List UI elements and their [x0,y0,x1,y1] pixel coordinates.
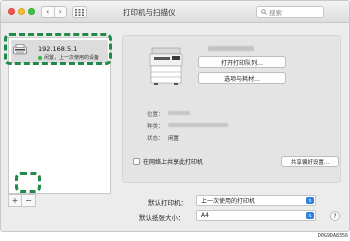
navigation-buttons: ‹ › [41,6,67,18]
magnifier-icon [261,9,267,15]
add-printer-button[interactable]: + [8,194,22,207]
add-remove-buttons: + − [8,194,36,207]
kind-value-redacted [168,123,228,127]
printer-image [149,47,183,85]
printer-detail-panel: 打开打印队列... 选项与耗材... 位置： 种类： 状态： 闲置 在网络上共享… [122,35,341,183]
printers-and-scanners-window: ‹ › 打印机与扫描仪 搜索 192.168.5.1 闲置，上一次使用的设备 +… [0,0,350,232]
printer-item-highlight [4,33,112,65]
kind-label: 种类： [147,124,164,130]
chevron-right-icon[interactable]: › [53,7,67,17]
help-button[interactable]: ? [330,211,340,221]
remove-printer-button[interactable]: − [22,194,36,207]
options-supplies-button[interactable]: 选项与耗材... [198,72,286,84]
state-label: 状态： [147,136,164,142]
location-value-redacted [168,111,190,115]
close-window-button[interactable] [8,8,15,15]
default-printer-label: 默认打印机： [148,199,187,207]
state-value: 闲置 [168,136,180,142]
default-printer-value: 上一次使用的打印机 [201,198,256,205]
share-printer-option[interactable]: 在网络上共享此打印机 [133,157,203,166]
open-print-queue-button[interactable]: 打开打印队列... [198,56,286,68]
figure-code: D0G9DA8356 [317,233,348,239]
zoom-window-button[interactable] [28,8,35,15]
minimize-window-button[interactable] [18,8,25,15]
search-placeholder: 搜索 [269,9,282,17]
sharing-preferences-button[interactable]: 共享偏好设置... [281,156,339,167]
search-field[interactable]: 搜索 [256,6,324,18]
paper-size-select[interactable]: A4 ⇅ [196,210,316,221]
location-label: 位置： [147,112,164,118]
paper-size-label: 默认纸张大小： [139,214,185,222]
share-label: 在网络上共享此打印机 [143,159,204,166]
printer-title-redacted [208,46,254,51]
title-bar: ‹ › 打印机与扫描仪 搜索 [1,1,349,23]
paper-size-value: A4 [201,212,209,219]
share-checkbox[interactable] [133,158,140,165]
window-title: 打印机与扫描仪 [123,8,176,17]
popup-arrows-icon: ⇅ [306,212,314,219]
add-remove-highlight [15,172,41,193]
show-all-button[interactable] [72,6,87,18]
default-printer-select[interactable]: 上一次使用的打印机 ⇅ [196,195,316,206]
grid-icon [75,8,84,16]
chevron-left-icon[interactable]: ‹ [42,7,54,17]
popup-arrows-icon: ⇅ [306,197,314,204]
